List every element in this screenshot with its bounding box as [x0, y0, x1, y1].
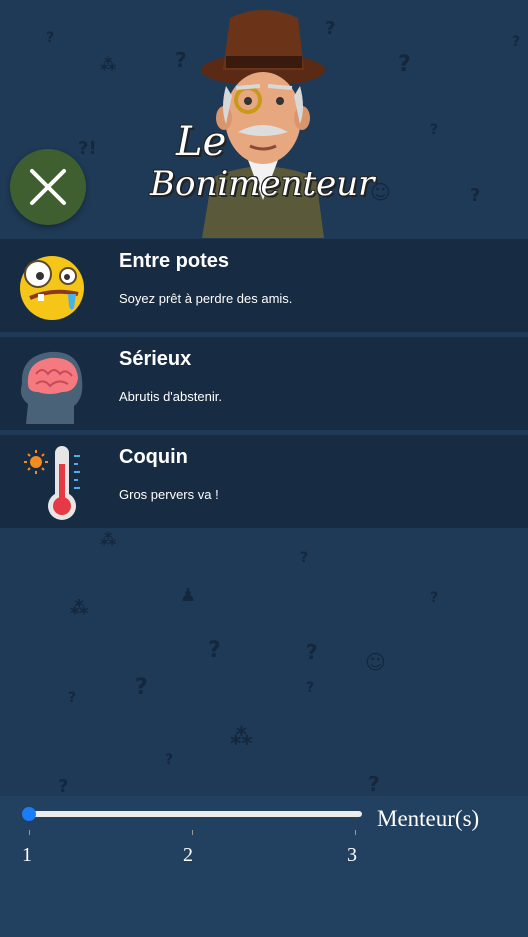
question-mark-icon: ?	[165, 752, 174, 768]
slider-tick	[29, 830, 30, 835]
game-mode-list: Entre potes Soyez prêt à perdre des amis…	[0, 239, 528, 533]
thinking-people-icon: ⁂	[70, 598, 89, 619]
liar-count-panel: Menteur(s) 1 2 3	[0, 796, 528, 937]
mode-description: Gros pervers va !	[119, 487, 219, 502]
tick-label-3: 3	[347, 844, 357, 866]
mode-serieux[interactable]: Sérieux Abrutis d'abstenir.	[0, 337, 528, 430]
group-icon: ⁂	[230, 725, 253, 750]
brain-head-icon	[20, 351, 83, 424]
mode-description: Abrutis d'abstenir.	[119, 389, 222, 404]
question-mark-icon: ?	[306, 640, 318, 664]
slider-tick	[355, 830, 356, 835]
tick-label-2: 2	[183, 844, 193, 866]
app-logo: Le Bonimenteur	[150, 120, 390, 204]
header: Le Bonimenteur	[0, 0, 528, 238]
liar-count-slider[interactable]	[22, 804, 364, 835]
mode-description: Soyez prêt à perdre des amis.	[119, 291, 293, 306]
slider-tick	[192, 830, 193, 835]
logo-line1: Le	[176, 119, 227, 165]
close-icon	[30, 169, 66, 205]
tick-label-1: 1	[22, 844, 32, 866]
person-icon: ☺	[365, 650, 386, 674]
mode-title: Entre potes	[119, 250, 230, 272]
question-mark-icon: ?	[68, 690, 77, 706]
person-icon: ♟	[180, 585, 197, 606]
speech-bubble-icon: ?	[135, 675, 148, 700]
question-mark-icon: ?	[306, 680, 315, 696]
app-screen: { "logo": { "line1": "Le", "line2": "Bon…	[0, 0, 528, 937]
slider-label: Menteur(s)	[377, 806, 480, 831]
question-mark-icon: ?	[208, 638, 221, 663]
question-mark-icon: ?	[300, 550, 309, 566]
mode-title: Sérieux	[119, 348, 192, 370]
question-mark-icon: ?	[58, 776, 69, 797]
mode-coquin[interactable]: Coquin Gros pervers va !	[0, 435, 528, 528]
slider-track	[28, 811, 362, 817]
mode-entre-potes[interactable]: Entre potes Soyez prêt à perdre des amis…	[0, 239, 528, 332]
slider-thumb[interactable]	[22, 807, 36, 821]
mode-title: Coquin	[119, 446, 188, 468]
crazy-face-icon	[20, 256, 84, 320]
question-mark-icon: ?	[368, 772, 380, 796]
question-mark-icon: ?	[430, 590, 439, 606]
logo-line2: Bonimenteur	[150, 164, 375, 204]
thermometer-icon	[24, 446, 80, 520]
close-button[interactable]	[10, 149, 86, 225]
